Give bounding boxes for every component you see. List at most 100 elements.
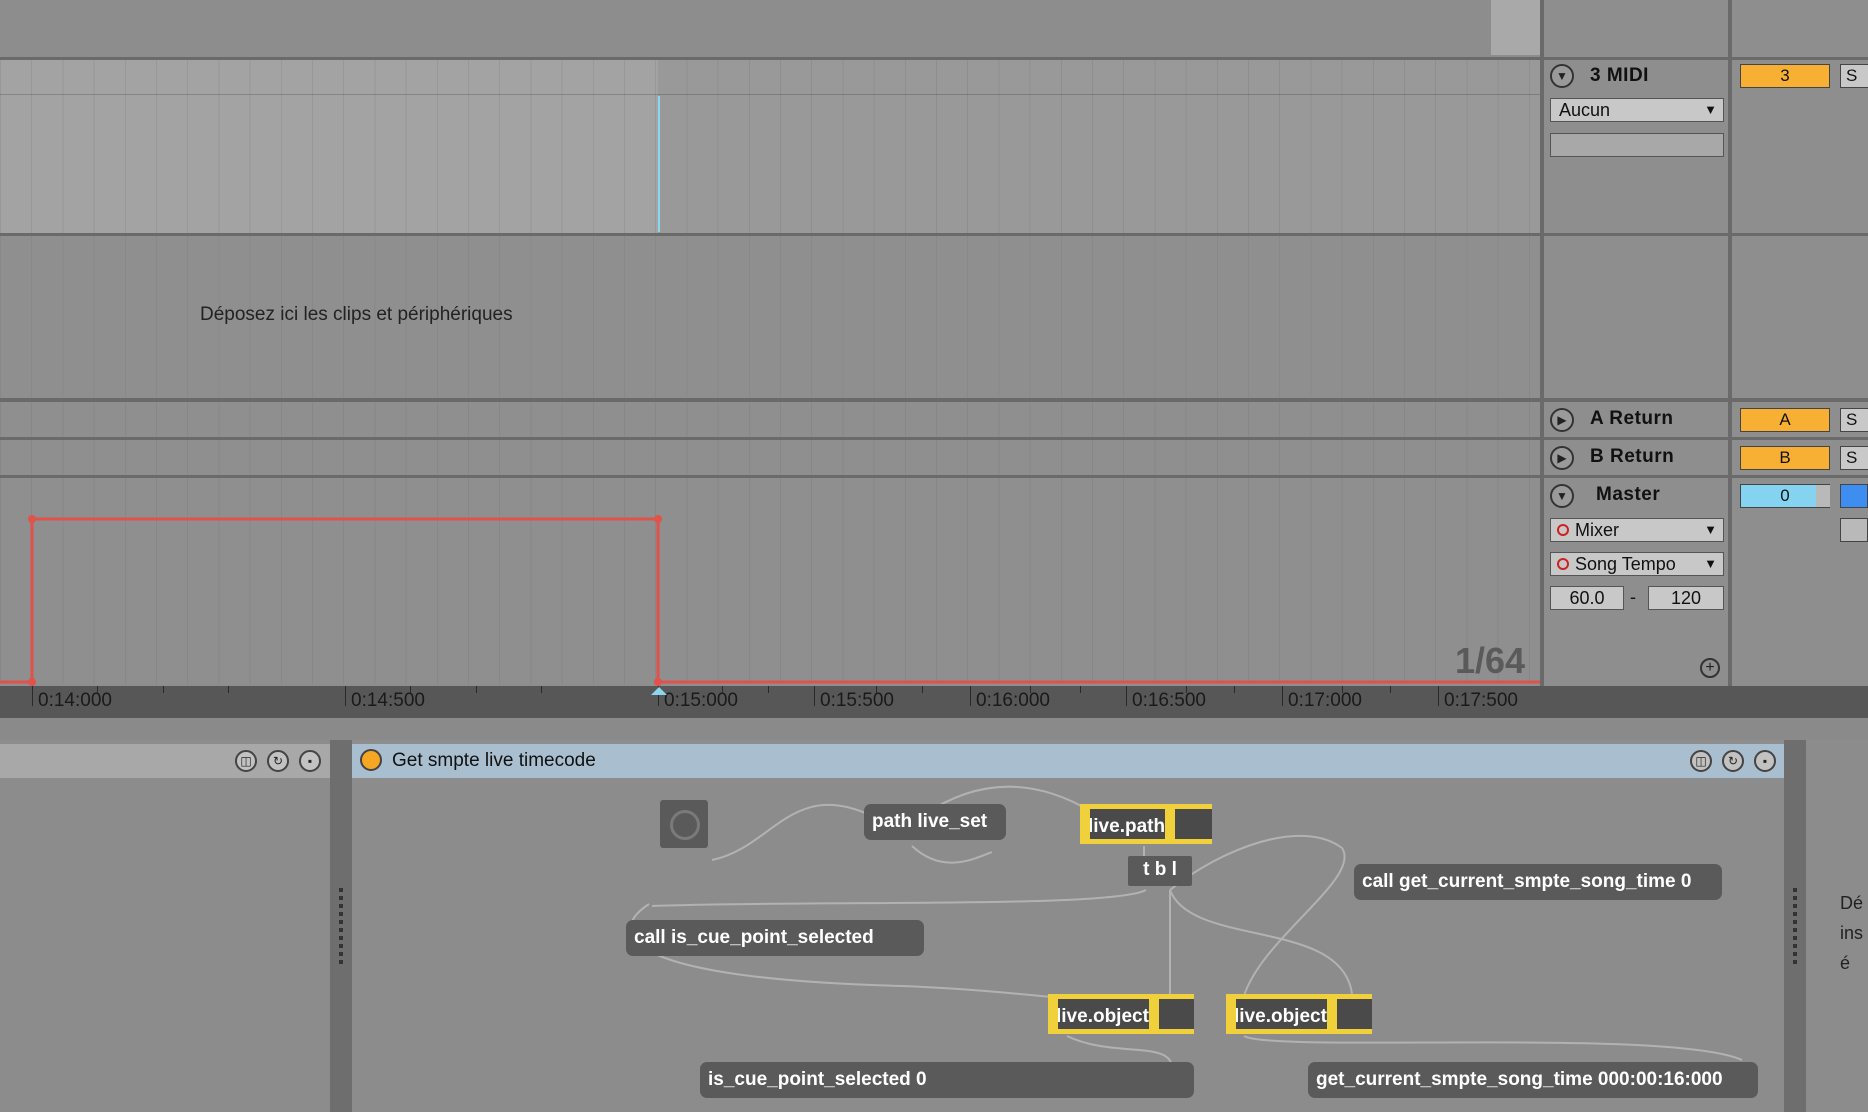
hot-swap-icon[interactable]: ◫ xyxy=(1690,750,1712,772)
view-separator xyxy=(0,718,1868,740)
automation-breakpoint xyxy=(654,678,662,686)
track-number-button[interactable]: 3 xyxy=(1740,64,1830,88)
automation-dot-icon xyxy=(1557,524,1569,536)
automation-dot-icon xyxy=(1557,558,1569,570)
range-min-field[interactable]: 60.0 xyxy=(1550,586,1624,610)
track-name-midi[interactable]: 3 MIDI xyxy=(1590,65,1649,87)
ruler-label: 0:14:000 xyxy=(38,690,112,711)
ruler-tick xyxy=(541,686,542,693)
ruler-tick xyxy=(814,686,815,706)
horizontal-scrollbar-thumb[interactable] xyxy=(1491,0,1541,55)
master-grey-button[interactable] xyxy=(1840,518,1868,542)
plus-icon[interactable]: + xyxy=(1700,658,1720,678)
track-fold-button[interactable]: ▼ xyxy=(1550,64,1574,88)
ruler-tick xyxy=(1186,686,1187,693)
range-separator: - xyxy=(1630,587,1636,607)
ruler-tick xyxy=(163,686,164,693)
patch-cord xyxy=(711,803,873,861)
ruler-label: 0:14:500 xyxy=(351,690,425,711)
timeline-ruler[interactable]: 0:14:000 0:14:500 0:15:000 0:15:500 0:16… xyxy=(0,686,1868,718)
ruler-tick xyxy=(876,686,877,693)
patch-cord xyxy=(1243,1035,1743,1061)
triangle-right-icon: ▶ xyxy=(1557,413,1567,427)
ruler-tick xyxy=(228,686,229,693)
resize-grip[interactable] xyxy=(1793,888,1797,968)
track-fold-button[interactable]: ▶ xyxy=(1550,408,1574,432)
device-chooser-value: Mixer xyxy=(1575,520,1619,540)
toggle-circle-icon xyxy=(670,810,700,840)
save-icon[interactable]: ▪ xyxy=(299,750,321,772)
trigger-object[interactable]: t b l xyxy=(1128,856,1192,886)
ruler-label: 0:17:000 xyxy=(1288,690,1362,711)
path-message[interactable]: path live_set xyxy=(864,804,1006,840)
ruler-tick xyxy=(345,686,346,706)
ruler-label: 0:16:500 xyxy=(1132,690,1206,711)
automation-line xyxy=(0,517,1540,684)
save-icon[interactable]: ▪ xyxy=(1754,750,1776,772)
right-clip-line: Dé xyxy=(1840,893,1864,913)
solo-button[interactable]: S xyxy=(1840,64,1868,88)
automation-envelope[interactable] xyxy=(0,478,1540,688)
right-clip-line: é xyxy=(1840,953,1851,973)
track-name-master[interactable]: Master xyxy=(1596,484,1660,506)
patch-cord xyxy=(651,889,1147,907)
range-max-field[interactable]: 120 xyxy=(1648,586,1724,610)
live-object-2[interactable]: live.object xyxy=(1226,994,1372,1034)
ruler-label: 0:15:500 xyxy=(820,690,894,711)
swap-icon[interactable]: ↻ xyxy=(1722,750,1744,772)
automation-breakpoint xyxy=(654,515,662,523)
track-fold-button[interactable]: ▶ xyxy=(1550,446,1574,470)
track-fold-button[interactable]: ▼ xyxy=(1550,484,1574,508)
lane-divider xyxy=(0,94,1540,95)
track-header-divider[interactable] xyxy=(1540,0,1544,686)
panel-separator xyxy=(1544,57,1868,60)
return-letter-button[interactable]: A xyxy=(1740,408,1830,432)
drop-hint-text: Déposez ici les clips et périphériques xyxy=(200,304,513,325)
solo-button[interactable]: S xyxy=(1840,408,1868,432)
ruler-tick xyxy=(1390,686,1391,693)
parameter-chooser-dropdown[interactable]: Song Tempo ▼ xyxy=(1550,552,1724,576)
master-blue-button[interactable] xyxy=(1840,484,1868,508)
a-return-lane[interactable] xyxy=(0,402,1540,440)
ruler-tick xyxy=(722,686,723,693)
swap-icon[interactable]: ↻ xyxy=(267,750,289,772)
track-name-b-return[interactable]: B Return xyxy=(1590,446,1674,468)
b-return-lane[interactable] xyxy=(0,440,1540,478)
toggle-object[interactable] xyxy=(660,800,708,848)
midi-lane-shade xyxy=(658,60,1540,233)
ruler-tick xyxy=(970,686,971,706)
ruler-tick xyxy=(768,686,769,693)
live-path-object[interactable]: live.path xyxy=(1080,804,1212,844)
midi-empty-field[interactable] xyxy=(1550,133,1724,157)
automation-breakpoint xyxy=(28,515,36,523)
right-clip-line: ins xyxy=(1840,923,1864,943)
playhead-triangle-icon xyxy=(651,687,667,695)
arrangement-top-strip xyxy=(0,0,1545,60)
ruler-tick xyxy=(32,686,33,706)
device-title: Get smpte live timecode xyxy=(392,750,596,771)
ruler-tick xyxy=(1030,686,1031,693)
resize-grip[interactable] xyxy=(339,888,343,968)
solo-button[interactable]: S xyxy=(1840,446,1868,470)
midi-input-dropdown[interactable]: Aucun ▼ xyxy=(1550,98,1724,122)
playhead-marker xyxy=(658,96,660,232)
return-letter-button[interactable]: B xyxy=(1740,446,1830,470)
live-object-1[interactable]: live.object xyxy=(1048,994,1194,1034)
smpte-result-message[interactable]: get_current_smpte_song_time 000:00:16:00… xyxy=(1308,1062,1758,1098)
ruler-tick xyxy=(1080,686,1081,693)
panel-separator xyxy=(1544,398,1868,402)
patch-cord xyxy=(1169,889,1353,995)
triangle-down-icon: ▼ xyxy=(1556,69,1568,83)
dropdown-arrow-icon: ▼ xyxy=(1704,556,1717,571)
call-smpte-message[interactable]: call get_current_smpte_song_time 0 xyxy=(1354,864,1722,900)
hot-swap-icon[interactable]: ◫ xyxy=(235,750,257,772)
mixer-divider[interactable] xyxy=(1728,0,1732,686)
triangle-down-icon: ▼ xyxy=(1556,489,1568,503)
device-chooser-dropdown[interactable]: Mixer ▼ xyxy=(1550,518,1724,542)
track-name-a-return[interactable]: A Return xyxy=(1590,408,1674,430)
call-cue-message[interactable]: call is_cue_point_selected xyxy=(626,920,924,956)
cue-result-message[interactable]: is_cue_point_selected 0 xyxy=(700,1062,1194,1098)
power-icon[interactable] xyxy=(360,749,382,771)
panel-separator xyxy=(1544,233,1868,236)
panel-separator xyxy=(1544,475,1868,478)
